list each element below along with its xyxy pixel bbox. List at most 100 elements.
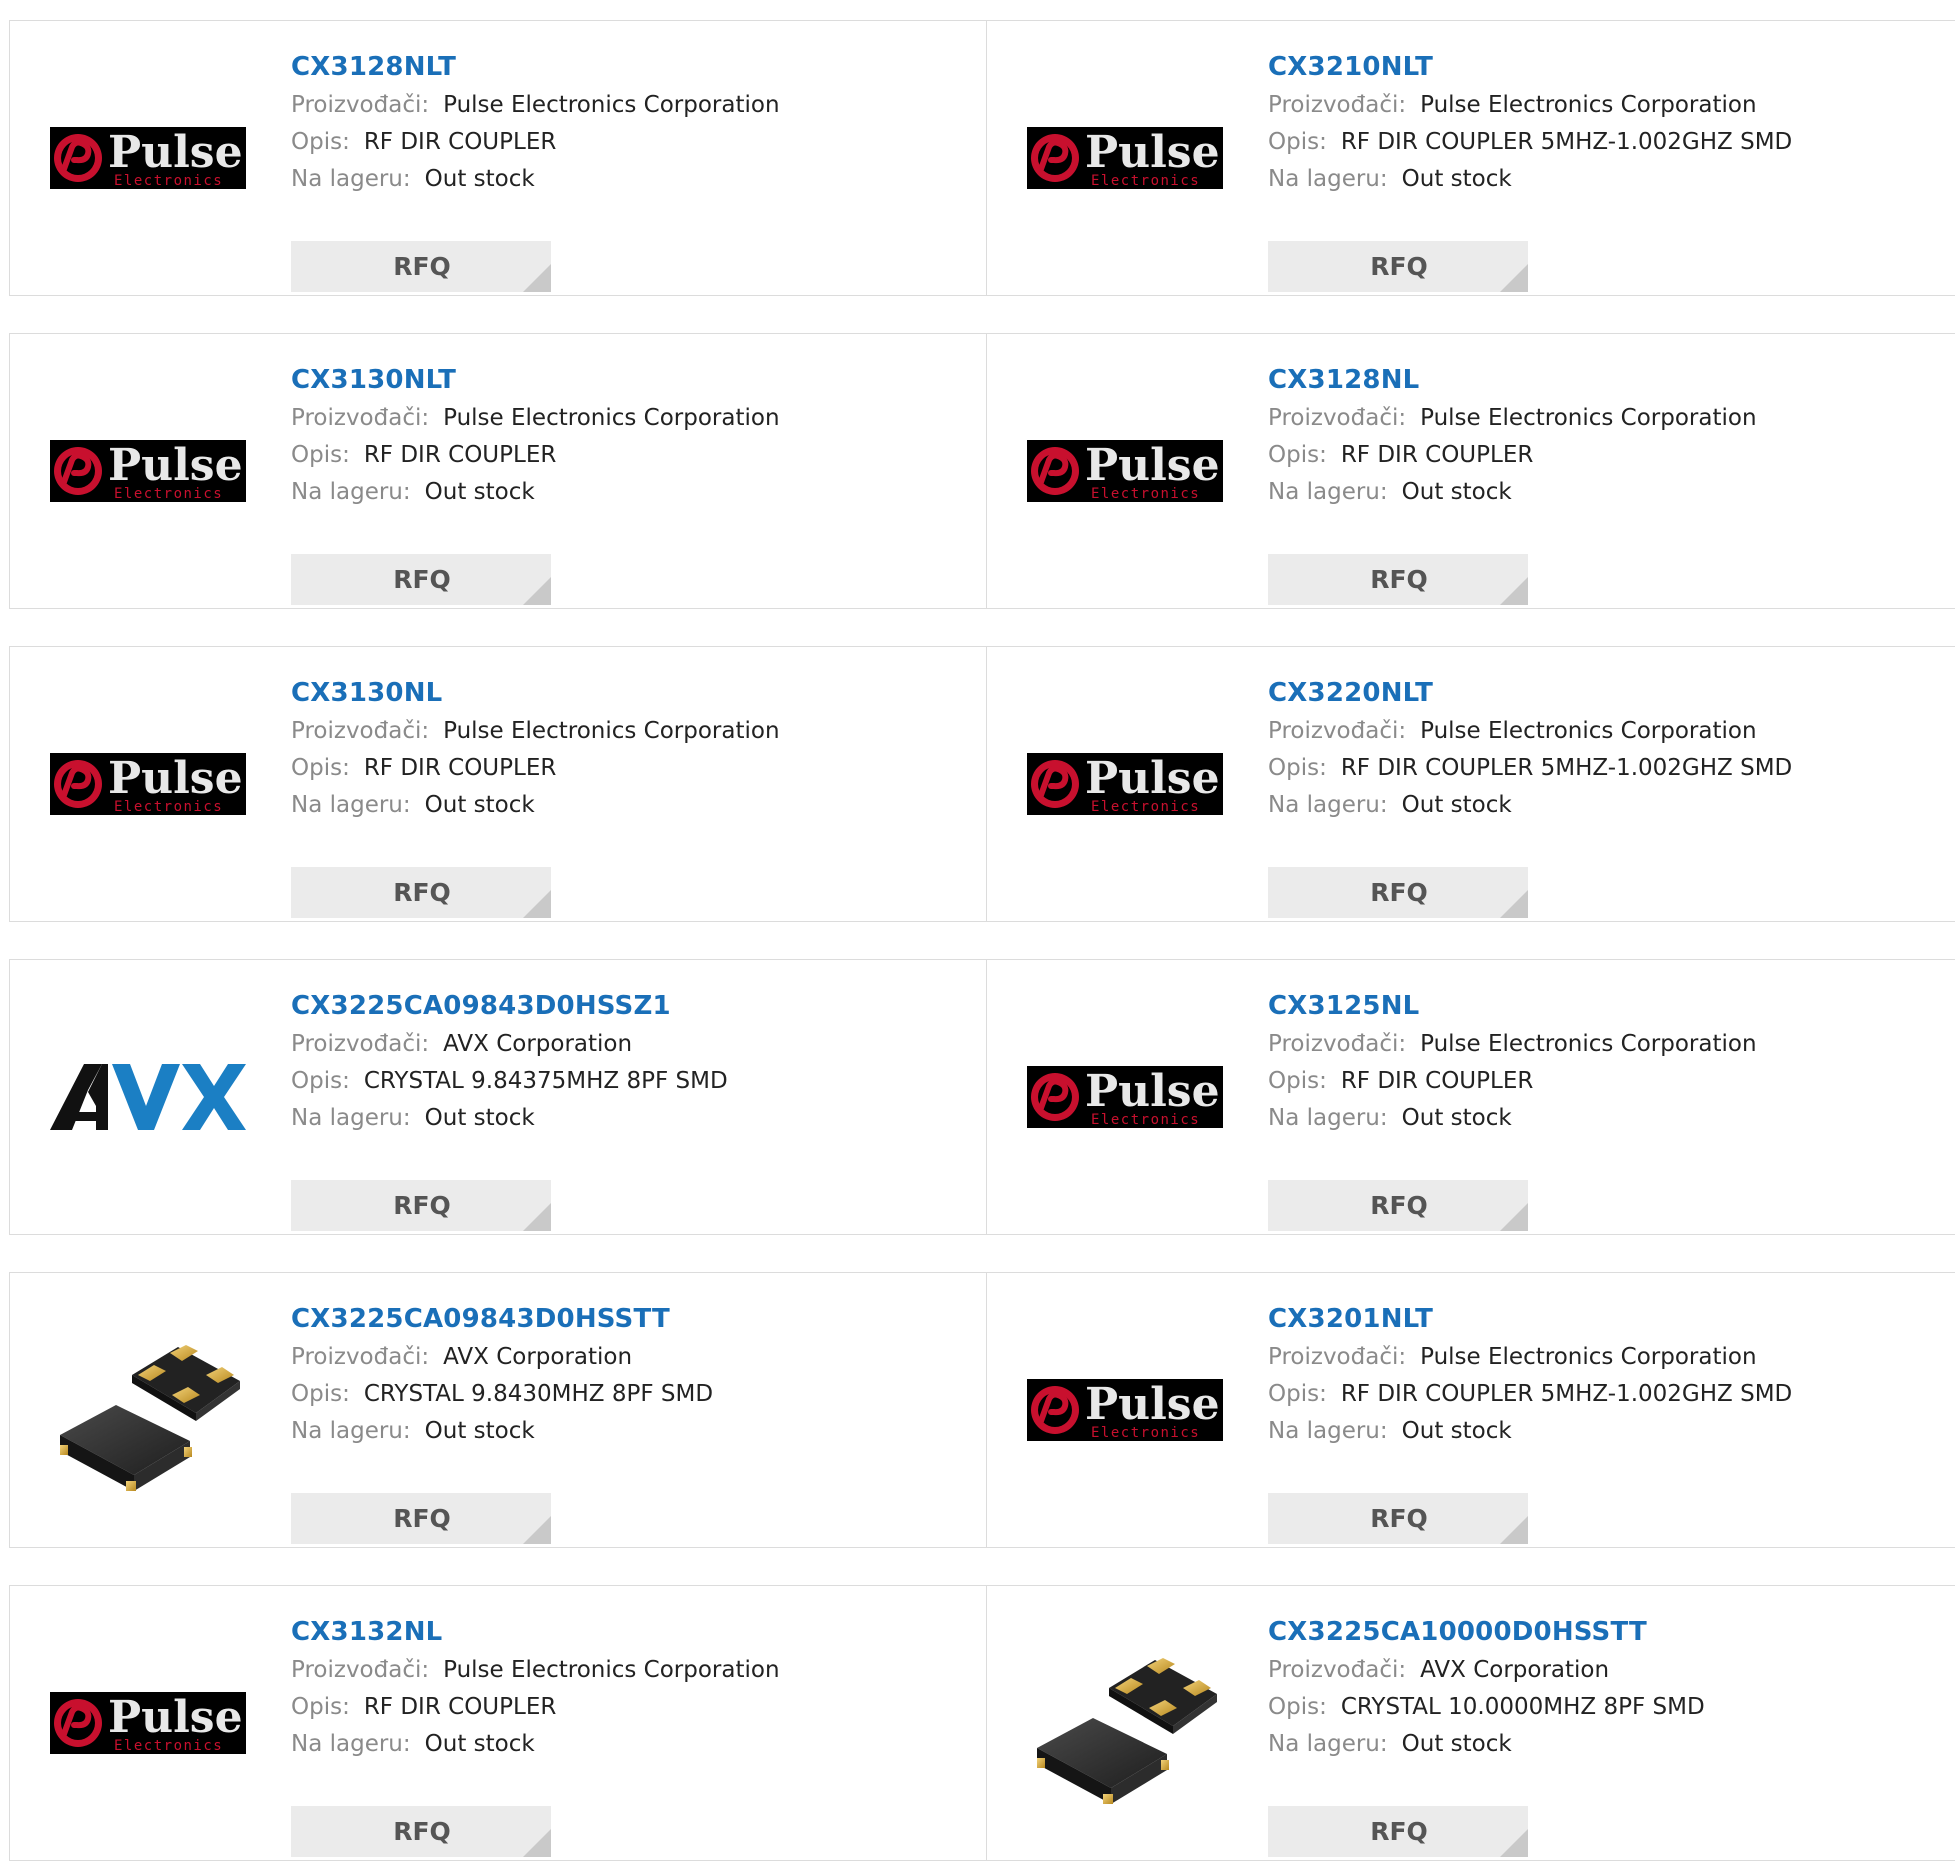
svg-text:Electronics: Electronics	[114, 173, 223, 189]
product-image[interactable]	[50, 1323, 246, 1497]
rfq-button-label: RFQ	[1370, 1817, 1428, 1846]
manufacturer-label: Proizvođači:	[1268, 405, 1407, 431]
description-line: Opis: RF DIR COUPLER	[1268, 437, 1945, 474]
description-value: RF DIR COUPLER	[363, 129, 557, 155]
product-image[interactable]: Pulse Electronics	[50, 1636, 246, 1810]
product-row: CX3225CA09843D0HSSZ1 Proizvođači: AVX Corp…	[9, 959, 1955, 1235]
part-number-link[interactable]: CX3225CA10000D0HSSTT	[1268, 1614, 1945, 1652]
product-info: CX3225CA09843D0HSSTT Proizvođači: AVX Corp…	[291, 1301, 976, 1544]
manufacturer-label: Proizvođači:	[291, 92, 430, 118]
manufacturer-line: Proizvođači: Pulse Electronics Corporatio…	[1268, 1339, 1945, 1376]
product-image[interactable]: Pulse Electronics	[50, 71, 246, 245]
manufacturer-value: Pulse Electronics Corporation	[1420, 1344, 1757, 1370]
rfq-button[interactable]: RFQ	[1268, 1180, 1528, 1231]
svg-text:Pulse: Pulse	[1085, 1379, 1220, 1430]
corner-fold-icon	[523, 1516, 551, 1544]
stock-line: Na lageru: Out stock	[1268, 1413, 1945, 1450]
product-image[interactable]: Pulse Electronics	[50, 384, 246, 558]
svg-text:Pulse: Pulse	[1085, 127, 1220, 178]
product-row: Pulse Electronics CX3130NLT Proizvođači: P…	[9, 333, 1955, 609]
manufacturer-value: AVX Corporation	[443, 1344, 633, 1370]
svg-text:Pulse: Pulse	[108, 127, 243, 178]
rfq-button[interactable]: RFQ	[291, 1493, 551, 1544]
rfq-button[interactable]: RFQ	[1268, 241, 1528, 292]
description-line: Opis: RF DIR COUPLER 5MHZ-1.002GHZ SMD	[1268, 124, 1945, 161]
description-line: Opis: RF DIR COUPLER	[1268, 1063, 1945, 1100]
rfq-button[interactable]: RFQ	[1268, 867, 1528, 918]
rfq-button[interactable]: RFQ	[1268, 554, 1528, 605]
part-number-link[interactable]: CX3125NL	[1268, 988, 1945, 1026]
pulse-electronics-logo: Pulse Electronics	[1027, 127, 1223, 189]
stock-line: Na lageru: Out stock	[291, 161, 976, 198]
corner-fold-icon	[1500, 890, 1528, 918]
product-card: Pulse Electronics CX3130NLT Proizvođači: P…	[9, 334, 987, 608]
description-line: Opis: CRYSTAL 9.84375MHZ 8PF SMD	[291, 1063, 976, 1100]
description-value: RF DIR COUPLER	[363, 755, 557, 781]
manufacturer-label: Proizvođači:	[1268, 718, 1407, 744]
rfq-button[interactable]: RFQ	[291, 1806, 551, 1857]
description-value: RF DIR COUPLER 5MHZ-1.002GHZ SMD	[1340, 129, 1793, 155]
stock-line: Na lageru: Out stock	[1268, 161, 1945, 198]
stock-label: Na lageru:	[291, 1731, 411, 1757]
description-label: Opis:	[1268, 755, 1327, 781]
product-image[interactable]: Pulse Electronics	[1027, 1010, 1223, 1184]
manufacturer-label: Proizvođači:	[1268, 1344, 1407, 1370]
product-card: Pulse Electronics CX3132NL Proizvođači: Pu…	[9, 1586, 987, 1860]
product-image[interactable]	[50, 1010, 246, 1184]
part-number-link[interactable]: CX3201NLT	[1268, 1301, 1945, 1339]
manufacturer-line: Proizvođači: AVX Corporation	[1268, 1652, 1945, 1689]
product-card: CX3225CA09843D0HSSTT Proizvođači: AVX Corp…	[9, 1273, 987, 1547]
stock-label: Na lageru:	[291, 1418, 411, 1444]
description-line: Opis: RF DIR COUPLER 5MHZ-1.002GHZ SMD	[1268, 750, 1945, 787]
stock-value: Out stock	[1401, 792, 1512, 818]
pulse-electronics-logo: Pulse Electronics	[1027, 1379, 1223, 1441]
part-number-link[interactable]: CX3225CA09843D0HSSTT	[291, 1301, 976, 1339]
svg-text:Pulse: Pulse	[108, 753, 243, 804]
part-number-link[interactable]: CX3225CA09843D0HSSZ1	[291, 988, 976, 1026]
manufacturer-label: Proizvođači:	[1268, 92, 1407, 118]
part-number-link[interactable]: CX3130NL	[291, 675, 976, 713]
part-number-link[interactable]: CX3130NLT	[291, 362, 976, 400]
description-label: Opis:	[1268, 1381, 1327, 1407]
part-number-link[interactable]: CX3128NL	[1268, 362, 1945, 400]
rfq-button[interactable]: RFQ	[291, 867, 551, 918]
manufacturer-value: Pulse Electronics Corporation	[1420, 718, 1757, 744]
rfq-button-label: RFQ	[393, 1504, 451, 1533]
svg-text:Pulse: Pulse	[108, 1692, 243, 1743]
stock-label: Na lageru:	[1268, 792, 1388, 818]
rfq-button[interactable]: RFQ	[291, 1180, 551, 1231]
rfq-button[interactable]: RFQ	[1268, 1806, 1528, 1857]
product-info: CX3132NL Proizvođači: Pulse Electronics Co…	[291, 1614, 976, 1857]
stock-label: Na lageru:	[1268, 479, 1388, 505]
description-label: Opis:	[1268, 1068, 1327, 1094]
pulse-electronics-logo: Pulse Electronics	[50, 753, 246, 815]
manufacturer-value: Pulse Electronics Corporation	[1420, 405, 1757, 431]
product-card: Pulse Electronics CX3210NLT Proizvođači: P…	[987, 21, 1955, 295]
part-number-link[interactable]: CX3128NLT	[291, 49, 976, 87]
part-number-link[interactable]: CX3220NLT	[1268, 675, 1945, 713]
product-image[interactable]: Pulse Electronics	[1027, 71, 1223, 245]
stock-value: Out stock	[1401, 1731, 1512, 1757]
description-label: Opis:	[1268, 129, 1327, 155]
product-image[interactable]: Pulse Electronics	[1027, 384, 1223, 558]
product-image[interactable]: Pulse Electronics	[1027, 697, 1223, 871]
rfq-button[interactable]: RFQ	[291, 554, 551, 605]
rfq-button-label: RFQ	[393, 565, 451, 594]
svg-text:Electronics: Electronics	[1091, 486, 1200, 502]
manufacturer-label: Proizvođači:	[291, 718, 430, 744]
corner-fold-icon	[523, 890, 551, 918]
product-info: CX3201NLT Proizvođači: Pulse Electronics C…	[1268, 1301, 1945, 1544]
stock-line: Na lageru: Out stock	[1268, 1726, 1945, 1763]
corner-fold-icon	[523, 1829, 551, 1857]
description-label: Opis:	[291, 755, 350, 781]
description-label: Opis:	[291, 129, 350, 155]
rfq-button[interactable]: RFQ	[1268, 1493, 1528, 1544]
description-value: RF DIR COUPLER 5MHZ-1.002GHZ SMD	[1340, 755, 1793, 781]
manufacturer-label: Proizvođači:	[1268, 1657, 1407, 1683]
product-image[interactable]: Pulse Electronics	[50, 697, 246, 871]
part-number-link[interactable]: CX3132NL	[291, 1614, 976, 1652]
product-image[interactable]: Pulse Electronics	[1027, 1323, 1223, 1497]
product-image[interactable]	[1027, 1636, 1223, 1810]
rfq-button[interactable]: RFQ	[291, 241, 551, 292]
part-number-link[interactable]: CX3210NLT	[1268, 49, 1945, 87]
